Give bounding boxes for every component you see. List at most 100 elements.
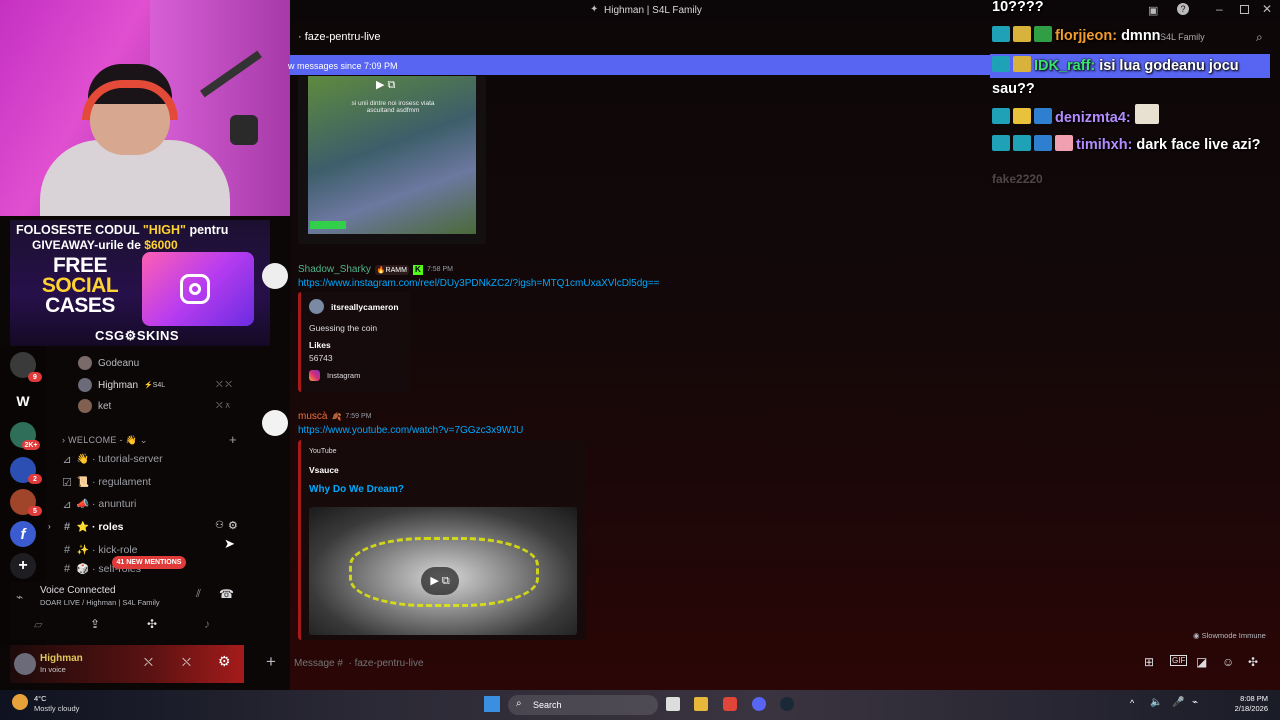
search-label: Search: [533, 700, 562, 710]
search-icon[interactable]: ⌕: [1256, 30, 1263, 45]
voice-panel: ⌁ Voice Connected DOAR LIVE / Highman | …: [10, 582, 244, 640]
network-icon[interactable]: ⌁: [1192, 697, 1198, 708]
member-row[interactable]: ket: [78, 397, 111, 415]
server-badge: 5: [28, 506, 42, 516]
chat-header: · faze-pentru-live: [290, 22, 990, 52]
member-name: ket: [98, 400, 112, 412]
channel-emoji: ⭐: [76, 521, 90, 533]
new-mentions-pill[interactable]: 41 NEW MENTIONS: [112, 556, 186, 569]
gif-icon[interactable]: GIF: [1170, 655, 1188, 666]
clock-time[interactable]: 8:08 PM: [1226, 694, 1268, 703]
channel-tutorial-server[interactable]: ⊿ 👋 · tutorial-server: [60, 450, 162, 468]
avatar: [309, 299, 324, 314]
avatar: [78, 378, 92, 392]
server-icon-w[interactable]: W: [10, 388, 36, 414]
channel-anunturi[interactable]: ⊿ 📣 · anunturi: [60, 495, 136, 513]
avatar[interactable]: [262, 263, 288, 289]
video-attachment[interactable]: si unii dintre noi irosesc viata asculta…: [298, 76, 486, 244]
noise-suppression-icon[interactable]: ⫽: [196, 588, 201, 601]
inbox-icon[interactable]: ▣: [1148, 4, 1158, 17]
gear-icon[interactable]: ⚙: [228, 519, 238, 532]
message-input[interactable]: [294, 654, 894, 672]
speaker-icon[interactable]: 🔈: [1150, 697, 1162, 708]
play-button[interactable]: ▶ ⧉: [421, 567, 459, 595]
sticker-icon[interactable]: ◪: [1196, 655, 1207, 669]
window-title: Highman | S4L Family: [604, 5, 702, 16]
message-link[interactable]: https://www.youtube.com/watch?v=7GGzc3x9…: [298, 425, 523, 436]
message-link[interactable]: https://www.instagram.com/reel/DUy3PDNkZ…: [298, 278, 660, 289]
minimize-button[interactable]: –: [1216, 2, 1223, 16]
add-channel-icon[interactable]: +: [229, 432, 237, 447]
weather-icon[interactable]: [12, 694, 28, 710]
search-icon: ⌕: [516, 698, 522, 709]
microphone: [230, 115, 258, 145]
channel-emoji: 👋: [76, 453, 90, 465]
camera-icon[interactable]: ▱: [34, 618, 42, 631]
badge-icon: [992, 56, 1010, 72]
discord-icon[interactable]: [752, 697, 766, 711]
gift-icon[interactable]: ⊞: [1144, 655, 1154, 669]
task-view-icon[interactable]: [666, 697, 680, 711]
server-badge: 9: [28, 372, 42, 382]
embed-title[interactable]: Why Do We Dream?: [309, 484, 404, 495]
category-header[interactable]: › WELCOME - 👋 ⌄: [62, 435, 148, 446]
steam-icon[interactable]: [780, 697, 794, 711]
soundboard-icon[interactable]: ♪: [204, 617, 210, 631]
add-server-button[interactable]: +: [10, 553, 36, 579]
voice-location[interactable]: DOAR LIVE / Highman | S4L Family: [40, 598, 160, 607]
instagram-icon: [309, 370, 320, 381]
weather-desc[interactable]: Mostly cloudy: [34, 704, 79, 713]
user-status: In voice: [40, 665, 66, 674]
member-row[interactable]: Highman ⚡S4L: [78, 376, 165, 394]
play-icon[interactable]: ▶ ⧉: [376, 78, 395, 92]
voice-status[interactable]: Voice Connected: [40, 585, 116, 596]
overlay-chat-line: timihxh: dark face live azi?: [992, 134, 1272, 157]
video-thumbnail[interactable]: ▶ ⧉: [309, 507, 577, 635]
kick-icon: K: [412, 264, 423, 275]
avatar[interactable]: [262, 410, 288, 436]
tray-chevron-icon[interactable]: ^: [1130, 698, 1134, 708]
author-name[interactable]: muscà: [298, 411, 327, 422]
user-name: Highman: [40, 653, 83, 664]
channel-regulament[interactable]: ☑ 📜 · regulament: [60, 473, 151, 491]
hashtag-icon: #: [63, 563, 71, 575]
start-button[interactable]: [484, 696, 500, 712]
channel-roles[interactable]: # ⭐ · roles: [60, 518, 124, 536]
clock-date[interactable]: 2/18/2026: [1226, 704, 1268, 713]
mic-icon[interactable]: 🎤: [1172, 697, 1184, 708]
author-name[interactable]: Shadow_Sharky: [298, 264, 371, 275]
activities-icon[interactable]: ✣: [147, 617, 157, 631]
disconnect-icon[interactable]: ☎: [219, 587, 234, 601]
overlay-chat-line-faded: fake2220: [992, 172, 1043, 186]
brave-icon[interactable]: [723, 697, 737, 711]
member-row[interactable]: Godeanu: [78, 354, 139, 372]
overlay-chat-line: denizmta4:: [992, 104, 1162, 126]
file-explorer-icon[interactable]: [694, 697, 708, 711]
mute-icon[interactable]: ⛌: [144, 655, 153, 670]
role-tag: 🔥RAMM: [374, 264, 409, 275]
weather-temp[interactable]: 4°C: [34, 694, 47, 703]
emoji-icon[interactable]: ☺: [1222, 655, 1234, 669]
invite-icon[interactable]: ⚇: [215, 520, 224, 531]
signal-icon: ⌁: [16, 590, 24, 604]
taskbar-search[interactable]: ⌕ Search: [508, 695, 658, 715]
help-icon[interactable]: ?: [1177, 3, 1189, 15]
embed-account[interactable]: itsreallycameron: [331, 302, 399, 312]
server-icon-f[interactable]: f: [10, 521, 36, 547]
webcam-overlay: [0, 0, 290, 216]
screen-share-icon[interactable]: ⇪: [90, 617, 100, 631]
maximize-button[interactable]: [1240, 5, 1249, 14]
channel-emoji: ✨: [76, 544, 90, 556]
settings-icon[interactable]: ⚙: [218, 653, 231, 670]
embed-author[interactable]: Vsauce: [309, 465, 339, 475]
deafen-icon[interactable]: ⛌: [182, 655, 191, 670]
hashtag-icon: #: [63, 544, 71, 556]
attach-plus-icon[interactable]: +: [266, 652, 276, 672]
channel-emoji: 📣: [76, 498, 90, 510]
apps-icon[interactable]: ✣: [1248, 655, 1258, 669]
ad-logo: CSG⚙SKINS: [95, 328, 180, 343]
embed-provider: Instagram: [327, 371, 361, 380]
avatar: [78, 356, 92, 370]
avatar[interactable]: [14, 653, 36, 675]
close-button[interactable]: ✕: [1262, 2, 1272, 16]
